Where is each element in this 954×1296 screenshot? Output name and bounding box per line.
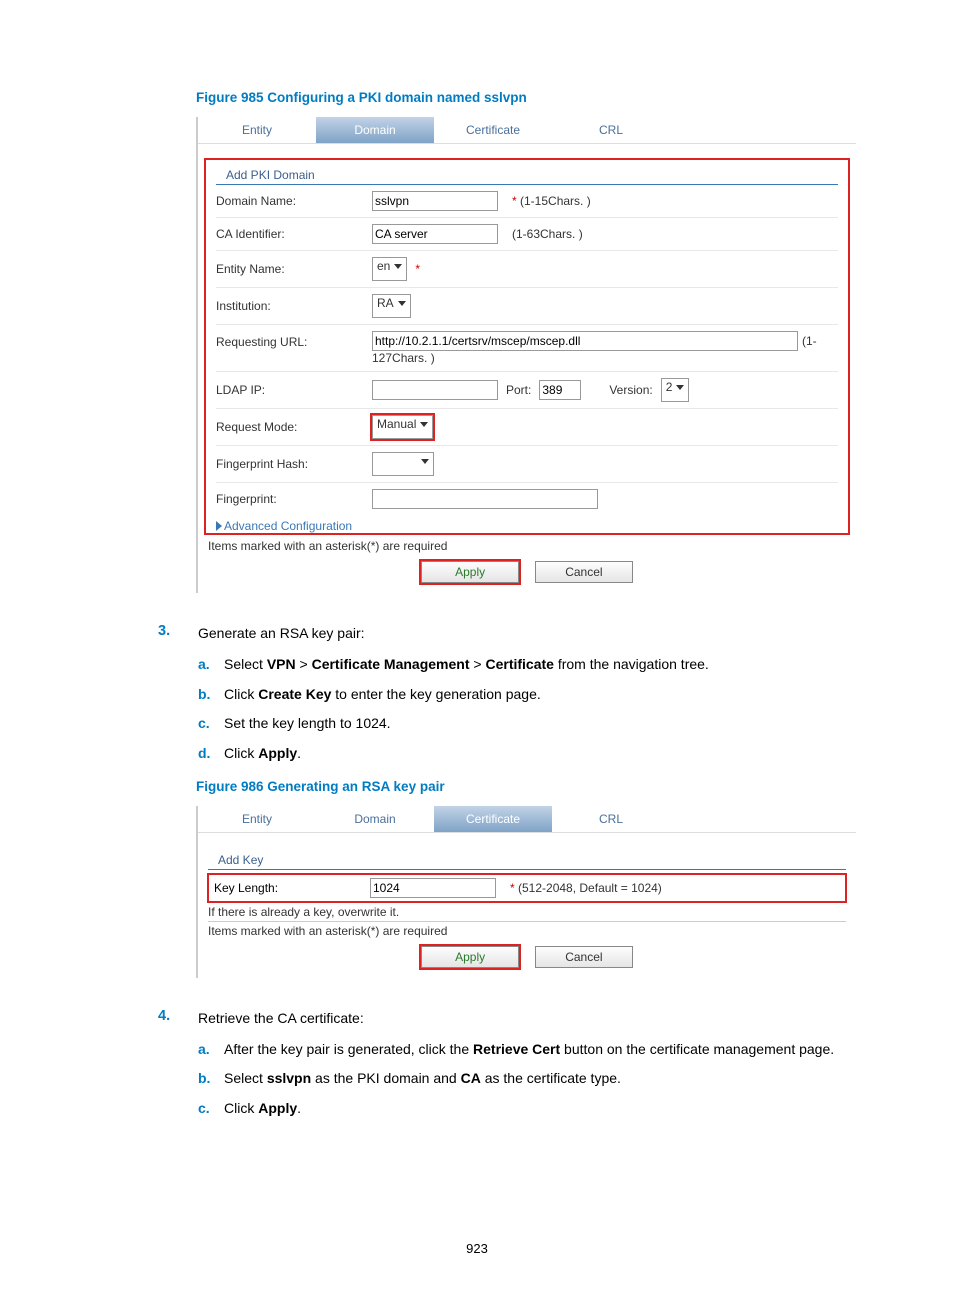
tab-certificate[interactable]: Certificate xyxy=(434,117,552,143)
tab2-certificate[interactable]: Certificate xyxy=(434,806,552,832)
step-4b-letter: b. xyxy=(198,1068,224,1090)
label-fingerprint: Fingerprint: xyxy=(216,492,364,506)
select-entity-name[interactable]: en xyxy=(372,257,407,281)
step-3-number: 3. xyxy=(158,623,198,644)
label-institution: Institution: xyxy=(216,299,364,313)
step-4b-text: Select sslvpn as the PKI domain and CA a… xyxy=(224,1068,621,1090)
hint-key-length: (512-2048, Default = 1024) xyxy=(518,881,662,895)
section-title-add-pki: Add PKI Domain xyxy=(216,164,838,185)
figure-985-caption: Figure 985 Configuring a PKI domain name… xyxy=(196,90,856,105)
step-3b-text: Click Create Key to enter the key genera… xyxy=(224,684,541,706)
step-4a-letter: a. xyxy=(198,1039,224,1061)
figure-986-screenshot: Entity Domain Certificate CRL Add Key Ke… xyxy=(196,806,856,978)
figure-985-screenshot: Entity Domain Certificate CRL Add PKI Do… xyxy=(196,117,856,593)
select-institution[interactable]: RA xyxy=(372,294,411,318)
cancel-button[interactable]: Cancel xyxy=(535,561,633,583)
required-note-2: Items marked with an asterisk(*) are req… xyxy=(208,921,846,938)
select-request-mode[interactable]: Manual xyxy=(372,415,433,439)
suffix-req-url-2: 127Chars. ) xyxy=(372,351,838,365)
section-title-add-key: Add Key xyxy=(208,849,846,870)
tab-domain[interactable]: Domain xyxy=(316,117,434,143)
label-key-length: Key Length: xyxy=(214,881,362,895)
label-ca-identifier: CA Identifier: xyxy=(216,227,364,241)
step-3a-letter: a. xyxy=(198,654,224,676)
step-3a-text: Select VPN > Certificate Management > Ce… xyxy=(224,654,709,676)
select-version[interactable]: 2 xyxy=(661,378,690,402)
step-4c-letter: c. xyxy=(198,1098,224,1120)
input-ldap-ip[interactable] xyxy=(372,380,498,400)
step-3b-letter: b. xyxy=(198,684,224,706)
input-key-length[interactable] xyxy=(370,878,496,898)
step-4-title: Retrieve the CA certificate: xyxy=(198,1008,856,1029)
input-domain-name[interactable] xyxy=(372,191,498,211)
page-number: 923 xyxy=(0,1241,954,1256)
step-4c-text: Click Apply. xyxy=(224,1098,301,1120)
input-port[interactable] xyxy=(539,380,581,400)
tab-crl[interactable]: CRL xyxy=(552,117,670,143)
overwrite-note: If there is already a key, overwrite it. xyxy=(208,905,846,919)
cancel-button-2[interactable]: Cancel xyxy=(535,946,633,968)
step-3c-letter: c. xyxy=(198,713,224,735)
tab2-crl[interactable]: CRL xyxy=(552,806,670,832)
label-ldap-ip: LDAP IP: xyxy=(216,383,364,397)
select-fingerprint-hash[interactable] xyxy=(372,452,434,476)
apply-button-2[interactable]: Apply xyxy=(421,946,519,968)
step-4-number: 4. xyxy=(158,1008,198,1029)
input-ca-identifier[interactable] xyxy=(372,224,498,244)
label-fingerprint-hash: Fingerprint Hash: xyxy=(216,457,364,471)
apply-button[interactable]: Apply xyxy=(421,561,519,583)
step-3c-text: Set the key length to 1024. xyxy=(224,713,391,735)
hint-domain-name: (1-15Chars. ) xyxy=(520,194,591,208)
advanced-configuration-link[interactable]: Advanced Configuration xyxy=(206,515,848,533)
label-port: Port: xyxy=(506,383,531,397)
label-domain-name: Domain Name: xyxy=(216,194,364,208)
step-4a-text: After the key pair is generated, click t… xyxy=(224,1039,834,1061)
input-fingerprint[interactable] xyxy=(372,489,598,509)
figure-986-caption: Figure 986 Generating an RSA key pair xyxy=(196,779,856,794)
label-requesting-url: Requesting URL: xyxy=(216,331,364,349)
tab2-entity[interactable]: Entity xyxy=(198,806,316,832)
key-length-row: Key Length: * (512-2048, Default = 1024) xyxy=(208,874,846,902)
step-3d-text: Click Apply. xyxy=(224,743,301,765)
label-version: Version: xyxy=(609,383,652,397)
hint-ca-identifier: (1-63Chars. ) xyxy=(512,227,583,241)
label-request-mode: Request Mode: xyxy=(216,420,364,434)
suffix-req-url-1: (1- xyxy=(802,334,817,348)
step-3-title: Generate an RSA key pair: xyxy=(198,623,856,644)
tab-entity[interactable]: Entity xyxy=(198,117,316,143)
tab2-domain[interactable]: Domain xyxy=(316,806,434,832)
tab-bar-2: Entity Domain Certificate CRL xyxy=(198,806,856,833)
required-note: Items marked with an asterisk(*) are req… xyxy=(208,537,846,553)
triangle-right-icon xyxy=(216,521,222,531)
tab-bar: Entity Domain Certificate CRL xyxy=(198,117,856,144)
input-requesting-url[interactable] xyxy=(372,331,798,351)
step-3d-letter: d. xyxy=(198,743,224,765)
label-entity-name: Entity Name: xyxy=(216,262,364,276)
